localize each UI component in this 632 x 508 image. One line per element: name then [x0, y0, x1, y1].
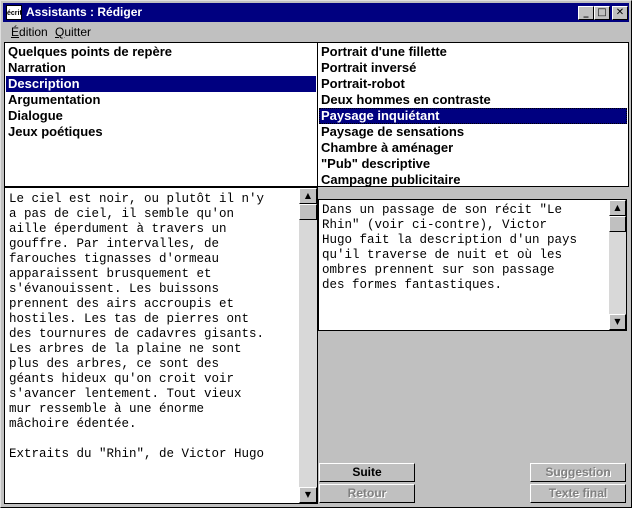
scroll-thumb[interactable] — [299, 204, 317, 220]
scroll-down-icon[interactable]: ▼ — [609, 314, 626, 330]
scroll-thumb[interactable] — [609, 216, 626, 232]
exercise-item-selected[interactable]: Paysage inquiétant — [319, 108, 627, 124]
main-window: écrit Assistants : Rédiger _ □ ✕ Édition… — [0, 0, 632, 508]
texte-final-button[interactable]: Texte final — [530, 484, 626, 503]
right-panel: Dans un passage de son récit "Le Rhin" (… — [318, 187, 629, 504]
exercise-item[interactable]: Portrait d'une fillette — [319, 44, 627, 60]
instruction-text: Dans un passage de son récit "Le Rhin" (… — [322, 203, 578, 292]
menu-quitter-mnemonic: Q — [55, 25, 65, 39]
source-text-pane: Le ciel est noir, ou plutôt il n'y a pas… — [4, 187, 318, 504]
menu-quitter-rest: uitter — [64, 25, 92, 39]
exercise-item[interactable]: "Pub" descriptive — [319, 156, 627, 172]
exercise-item[interactable]: Chambre à aménager — [319, 140, 627, 156]
title-bar: écrit Assistants : Rédiger _ □ ✕ — [3, 3, 629, 22]
scroll-up-icon[interactable]: ▲ — [299, 188, 317, 204]
menu-edition-rest: dition — [19, 25, 48, 39]
exercise-item[interactable]: Deux hommes en contraste — [319, 92, 627, 108]
menu-bar: Édition Quitter — [3, 23, 629, 41]
instruction-pane: Dans un passage de son récit "Le Rhin" (… — [318, 199, 627, 331]
exercise-item[interactable]: Campagne publicitaire — [319, 172, 627, 186]
retour-button[interactable]: Retour — [319, 484, 415, 503]
category-item[interactable]: Narration — [6, 60, 316, 76]
exercise-list[interactable]: Portrait d'une fillette Portrait inversé… — [317, 42, 629, 187]
category-list[interactable]: Quelques points de repère Narration Desc… — [4, 42, 318, 187]
source-text-scrollbar[interactable]: ▲ ▼ — [299, 188, 317, 503]
scroll-down-icon[interactable]: ▼ — [299, 487, 317, 503]
exercise-item[interactable]: Portrait-robot — [319, 76, 627, 92]
scroll-up-icon[interactable]: ▲ — [609, 200, 626, 216]
category-item[interactable]: Dialogue — [6, 108, 316, 124]
category-item[interactable]: Jeux poétiques — [6, 124, 316, 140]
maximize-button[interactable]: □ — [594, 6, 610, 20]
category-item[interactable]: Argumentation — [6, 92, 316, 108]
minimize-button[interactable]: _ — [578, 6, 594, 20]
source-text: Le ciel est noir, ou plutôt il n'y a pas… — [9, 192, 265, 461]
app-logo-icon: écrit — [6, 5, 22, 20]
close-button[interactable]: ✕ — [612, 6, 628, 20]
suggestion-button[interactable]: Suggestion — [530, 463, 626, 482]
exercise-item[interactable]: Paysage de sensations — [319, 124, 627, 140]
window-title: Assistants : Rédiger — [26, 5, 143, 19]
suite-button[interactable]: Suite — [319, 463, 415, 482]
category-item-selected[interactable]: Description — [6, 76, 316, 92]
menu-quitter[interactable]: Quitter — [55, 25, 91, 39]
exercise-item[interactable]: Portrait inversé — [319, 60, 627, 76]
menu-edition[interactable]: Édition — [11, 25, 48, 39]
menu-edition-mnemonic: É — [11, 25, 20, 39]
category-item[interactable]: Quelques points de repère — [6, 44, 316, 60]
instruction-scrollbar[interactable]: ▲ ▼ — [609, 200, 626, 330]
